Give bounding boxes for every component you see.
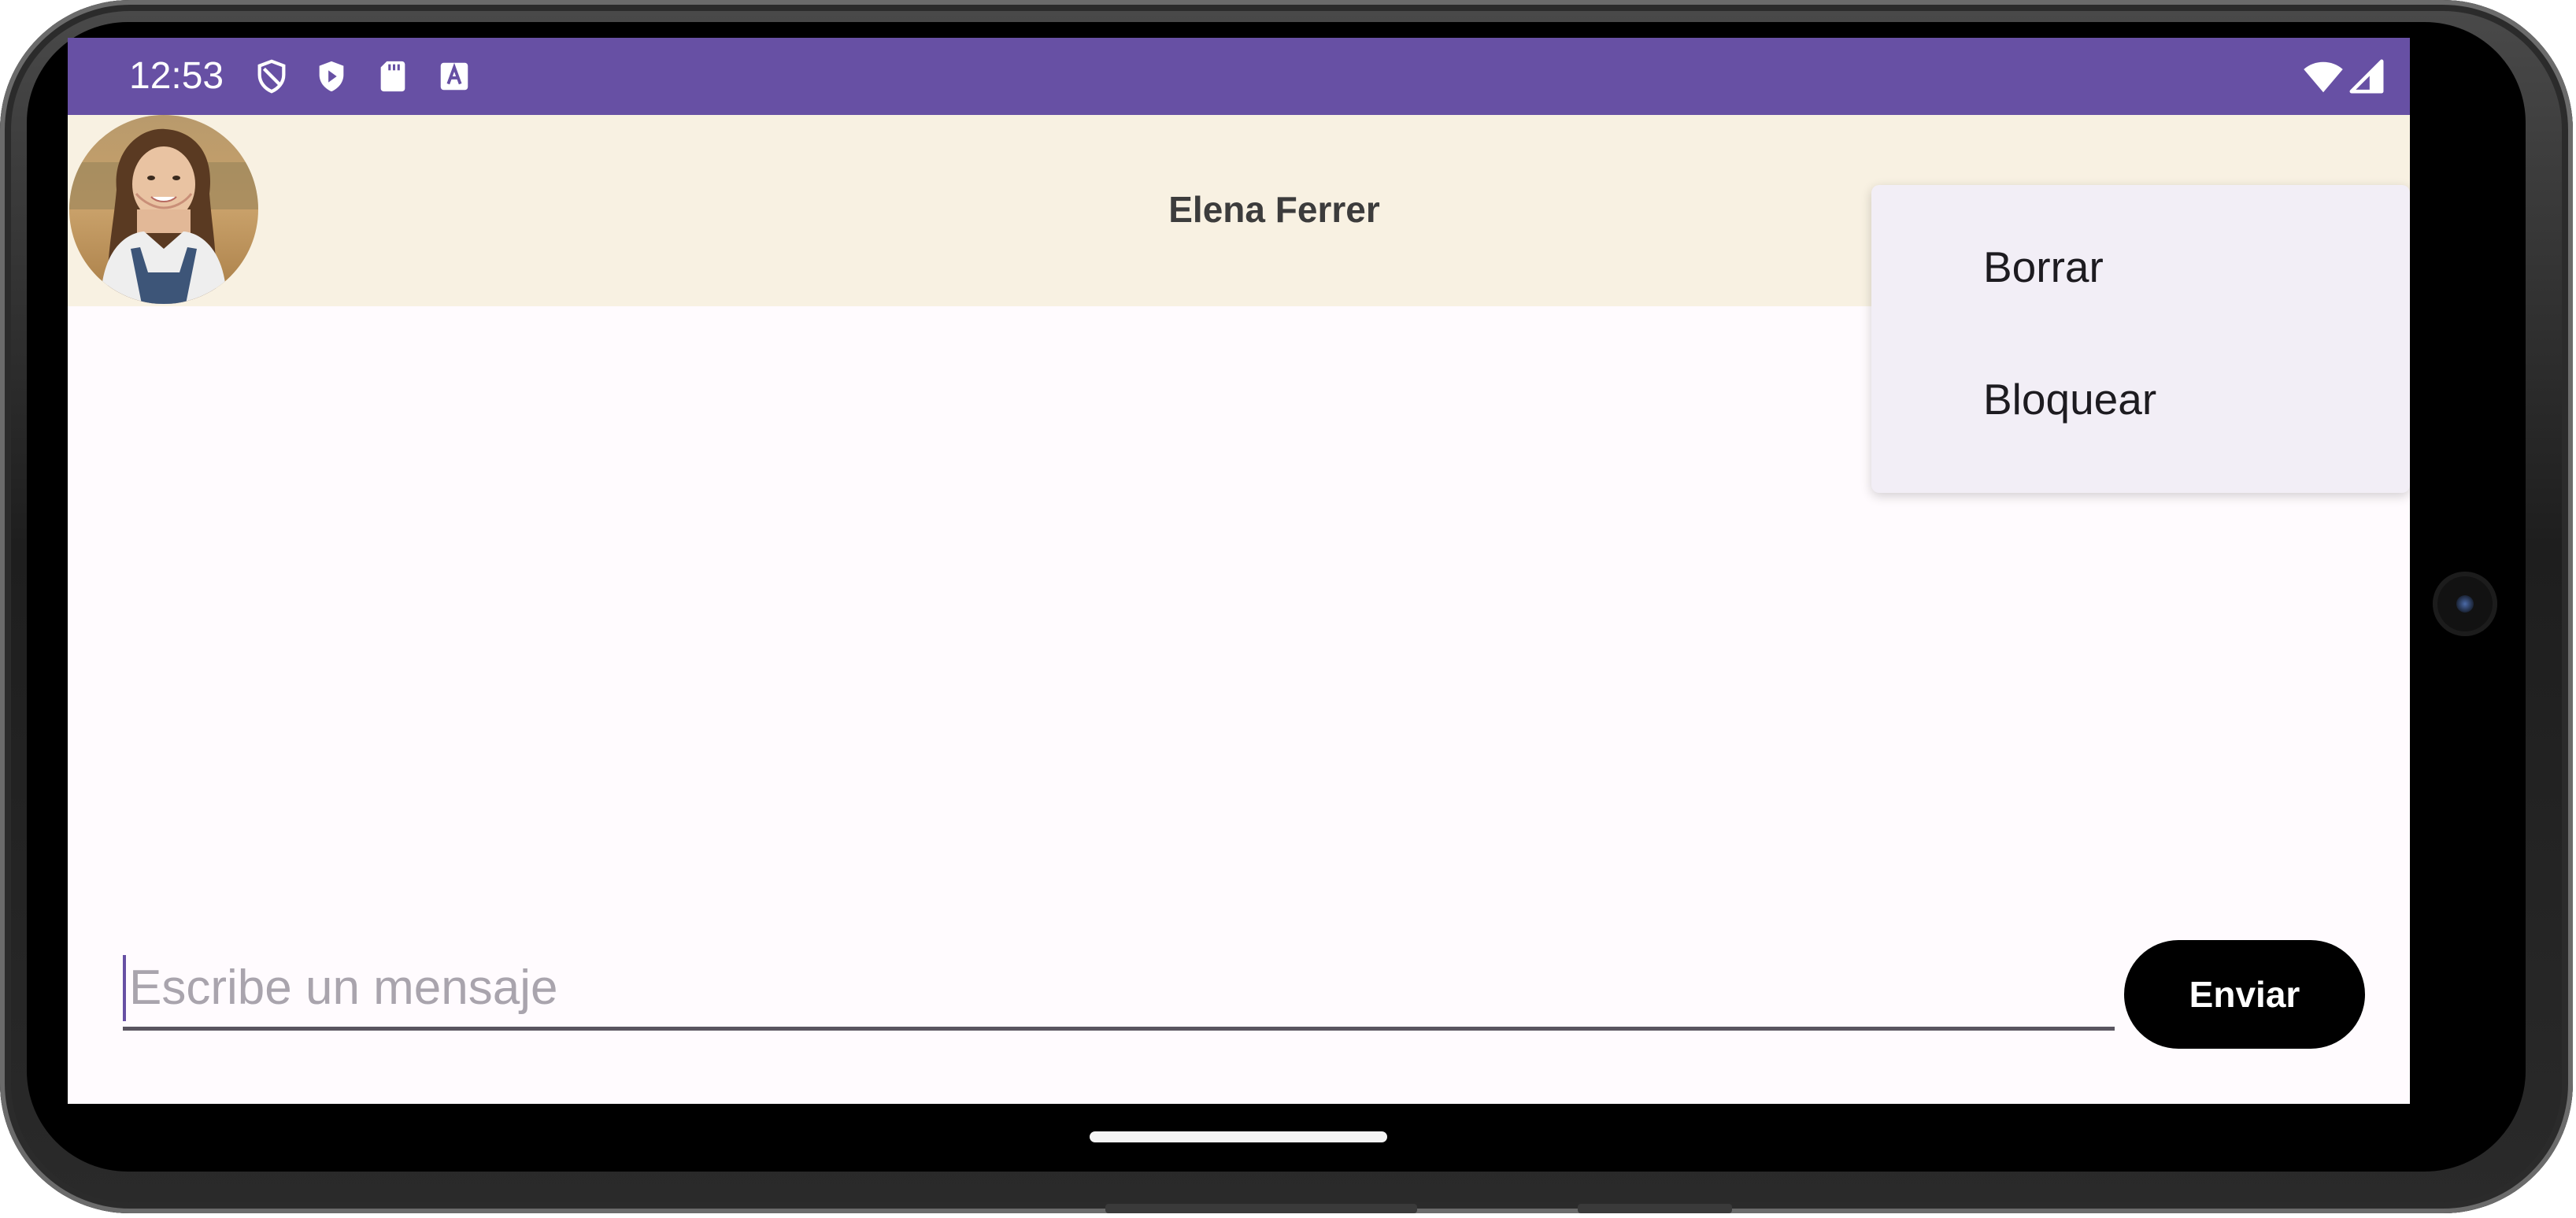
side-button-top	[1105, 1204, 1417, 1213]
message-input[interactable]: Escribe un mensaje	[123, 942, 2115, 1031]
menu-item-borrar[interactable]: Borrar	[1871, 208, 2410, 326]
status-time: 12:53	[129, 55, 224, 97]
overflow-menu: Borrar Bloquear	[1871, 185, 2410, 493]
signal-icon	[2349, 59, 2384, 94]
sd-card-icon	[380, 61, 405, 92]
send-button[interactable]: Enviar	[2124, 940, 2365, 1049]
shield-icon	[257, 59, 286, 94]
wifi-icon	[2304, 61, 2343, 93]
play-protect-icon	[319, 61, 344, 92]
text-caret	[123, 955, 126, 1021]
side-button-bottom	[1578, 1204, 1732, 1213]
font-a-icon	[440, 62, 468, 91]
app-screen: 12:53 Elena Ferrer Borrar Bloquear Escri…	[68, 38, 2410, 1104]
menu-item-bloquear[interactable]: Bloquear	[1871, 340, 2410, 458]
status-bar: 12:53	[68, 38, 2410, 115]
camera-lens	[2456, 595, 2474, 613]
message-placeholder: Escribe un mensaje	[129, 961, 558, 1015]
gesture-nav-handle[interactable]	[1090, 1131, 1387, 1142]
front-camera	[2433, 572, 2497, 636]
